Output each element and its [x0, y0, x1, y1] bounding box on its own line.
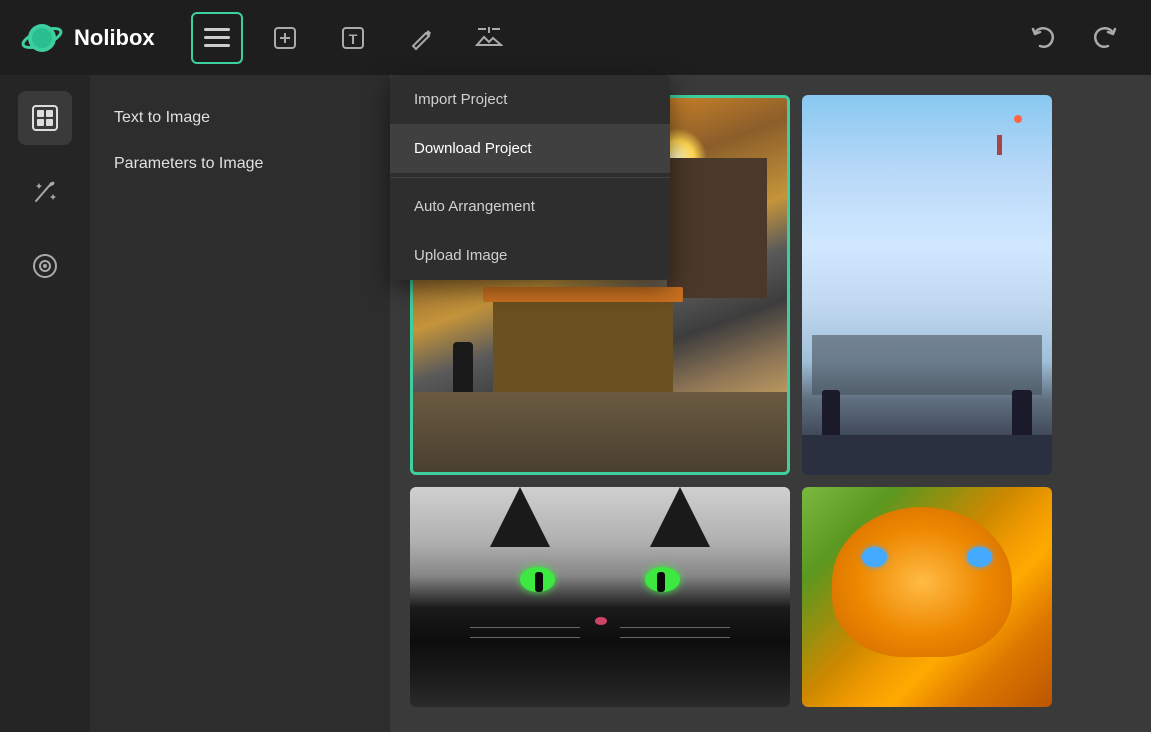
- logo-icon: [20, 16, 64, 60]
- anime-image: [802, 95, 1052, 475]
- left-panel: Text to Image Parameters to Image: [90, 75, 390, 732]
- menu-icon: [204, 28, 230, 48]
- header: Nolibox T: [0, 0, 1151, 75]
- cat2-image: [802, 487, 1052, 707]
- panel-item-text-to-image[interactable]: Text to Image: [114, 95, 366, 141]
- header-right-controls: [1017, 12, 1131, 64]
- cat-image: [410, 487, 790, 707]
- sidebar: [0, 75, 90, 732]
- draw-icon: [408, 25, 434, 51]
- text-button[interactable]: T: [327, 12, 379, 64]
- redo-button[interactable]: [1079, 12, 1131, 64]
- image-icon: [475, 25, 503, 51]
- text-icon: T: [340, 25, 366, 51]
- sidebar-item-gallery[interactable]: [18, 91, 72, 145]
- redo-icon: [1091, 25, 1119, 51]
- image-card-cat[interactable]: [410, 487, 790, 707]
- gallery-icon: [31, 104, 59, 132]
- add-button[interactable]: [259, 12, 311, 64]
- magic-icon: [31, 178, 59, 206]
- dropdown-item-auto-arrangement[interactable]: Auto Arrangement: [390, 182, 670, 231]
- add-icon: [272, 25, 298, 51]
- logo-area: Nolibox: [20, 16, 155, 60]
- image-card-anime[interactable]: [802, 95, 1052, 475]
- dropdown-menu: Import Project Download Project Auto Arr…: [390, 75, 670, 280]
- dropdown-item-upload-image[interactable]: Upload Image: [390, 231, 670, 280]
- dropdown-item-download-project[interactable]: Download Project: [390, 124, 670, 173]
- image-card-cat2[interactable]: [802, 487, 1052, 707]
- draw-button[interactable]: [395, 12, 447, 64]
- logo-text: Nolibox: [74, 25, 155, 51]
- undo-button[interactable]: [1017, 12, 1069, 64]
- image-button[interactable]: [463, 12, 515, 64]
- panel-item-params-to-image[interactable]: Parameters to Image: [114, 141, 366, 187]
- undo-icon: [1029, 25, 1057, 51]
- dropdown-item-import-project[interactable]: Import Project: [390, 75, 670, 124]
- sidebar-item-circle[interactable]: [18, 239, 72, 293]
- dropdown-divider: [390, 177, 670, 178]
- svg-text:T: T: [348, 31, 357, 47]
- circle-icon: [31, 252, 59, 280]
- sidebar-item-magic[interactable]: [18, 165, 72, 219]
- menu-button[interactable]: [191, 12, 243, 64]
